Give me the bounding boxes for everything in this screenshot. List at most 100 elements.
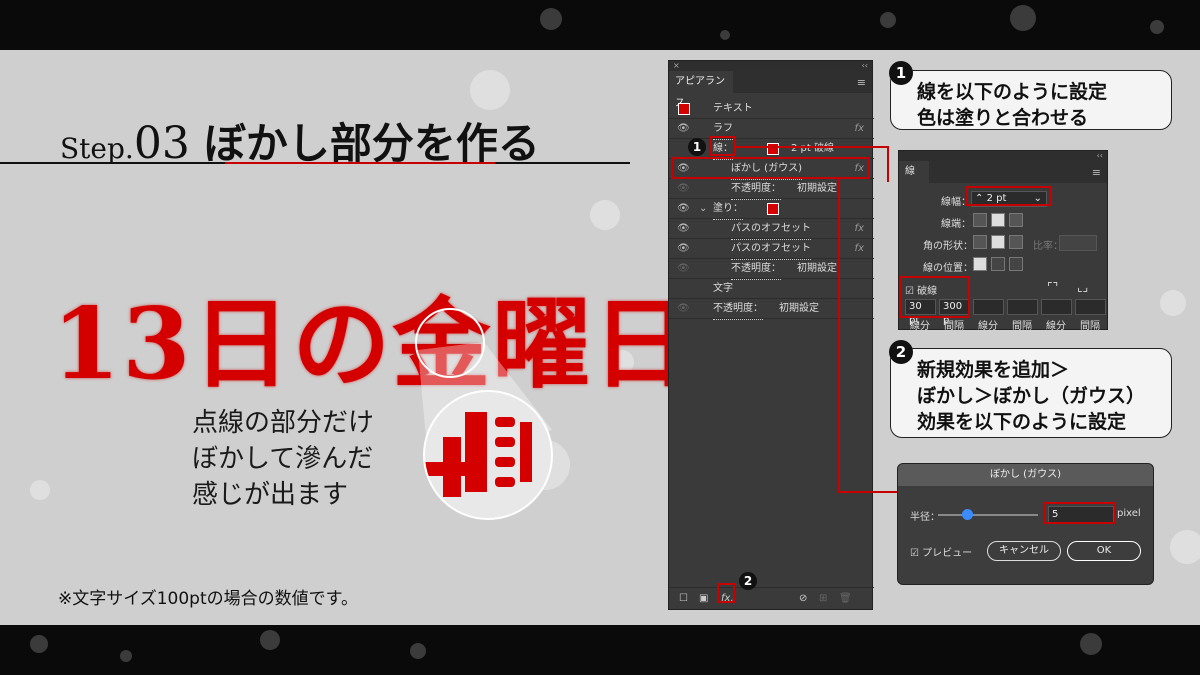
miter-join-button[interactable] bbox=[973, 235, 987, 249]
radius-slider[interactable] bbox=[938, 514, 1038, 516]
row-opacity-object[interactable]: 👁 不透明度： 初期設定 bbox=[669, 299, 874, 320]
dialog-title: ぼかし (ガウス) bbox=[898, 464, 1153, 486]
radius-slider-handle[interactable] bbox=[962, 509, 973, 520]
callout-blur-settings: 新規効果を追加＞ ぼかし＞ぼかし（ガウス） 効果を以下のように設定 bbox=[890, 348, 1172, 438]
panel-title-bar: × ‹‹ bbox=[669, 61, 872, 71]
tutorial-canvas: Step.03 ぼかし部分を作る 13日の金曜日 点線の部分だけ ぼかして滲んだ … bbox=[0, 50, 1200, 625]
panel-menu-icon[interactable]: ≡ bbox=[857, 76, 866, 89]
radius-label: 半径： bbox=[910, 512, 940, 523]
limit-field[interactable] bbox=[1059, 235, 1097, 251]
caption-line: 感じが出ます bbox=[192, 480, 349, 510]
bottom-dark-band bbox=[0, 625, 1200, 675]
top-dark-band bbox=[0, 0, 1200, 50]
zoom-source-circle bbox=[415, 308, 485, 378]
delete-item-icon[interactable]: 🗑 bbox=[839, 593, 852, 604]
chevron-down-icon[interactable]: ⌄ bbox=[699, 199, 707, 219]
butt-cap-button[interactable] bbox=[973, 213, 987, 227]
eye-icon[interactable]: 👁 bbox=[677, 199, 690, 219]
dash-preserve-icon[interactable]: ⌜⌝ bbox=[1047, 280, 1058, 294]
row-opacity-stroke[interactable]: 👁 不透明度： 初期設定 bbox=[669, 179, 874, 200]
highlight-radius-field bbox=[1044, 502, 1116, 524]
callout-line: ぼかし＞ぼかし（ガウス） bbox=[917, 385, 1146, 407]
cancel-button[interactable]: キャンセル bbox=[987, 541, 1061, 561]
round-cap-button[interactable] bbox=[991, 213, 1005, 227]
highlight-weight-field bbox=[966, 186, 1052, 206]
fx-icon[interactable]: fx bbox=[855, 219, 864, 239]
panel-tab-bar: アピアランス ≡ bbox=[669, 71, 872, 109]
row-label: 文字 bbox=[713, 283, 733, 294]
caption-line: 点線の部分だけ bbox=[192, 408, 375, 438]
preview-label: プレビュー bbox=[922, 548, 973, 559]
fx-icon[interactable]: fx bbox=[855, 119, 864, 139]
collapse-icon[interactable]: ‹‹ bbox=[862, 61, 868, 71]
row-label[interactable]: 不透明度： bbox=[731, 259, 781, 280]
row-fill[interactable]: 👁 ⌄ 塗り： bbox=[669, 199, 874, 220]
zoom-magnifier bbox=[423, 390, 553, 520]
step-badge-2: 2 bbox=[739, 572, 757, 590]
align-center-button[interactable] bbox=[973, 257, 987, 271]
callout-line: 効果を以下のように設定 bbox=[917, 411, 1127, 433]
duplicate-item-icon[interactable]: ⊞ bbox=[819, 593, 827, 604]
callout-line: 線を以下のように設定 bbox=[917, 81, 1108, 103]
close-icon[interactable]: × bbox=[673, 61, 680, 70]
callout-badge-2: 2 bbox=[889, 340, 913, 364]
dash-align-icon[interactable]: ⌞⌟ bbox=[1077, 280, 1088, 294]
caption: 点線の部分だけ ぼかして滲んだ 感じが出ます bbox=[192, 405, 374, 513]
row-value: 初期設定 bbox=[779, 303, 819, 314]
row-label[interactable]: 不透明度： bbox=[731, 179, 781, 200]
eye-icon[interactable]: 👁 bbox=[677, 299, 690, 319]
square-cap-button[interactable] bbox=[1009, 213, 1023, 227]
row-characters[interactable]: 文字 bbox=[669, 279, 874, 299]
row-offset-path-2[interactable]: 👁 パスのオフセット fx bbox=[669, 239, 874, 260]
ok-button[interactable]: OK bbox=[1067, 541, 1141, 561]
gap-field-2[interactable] bbox=[1007, 299, 1038, 315]
panel-tab-bar: 線 ≡ bbox=[899, 161, 1107, 183]
eye-icon[interactable]: 👁 bbox=[677, 119, 690, 139]
row-value: 2 pt 破線 bbox=[791, 143, 834, 154]
highlight-dash-fields bbox=[900, 276, 970, 318]
panel-title-bar: ‹‹ bbox=[899, 151, 1107, 161]
add-fill-icon[interactable]: ▣ bbox=[699, 593, 708, 604]
eye-icon[interactable]: 👁 bbox=[677, 259, 690, 279]
stroke-swatch[interactable] bbox=[767, 143, 779, 155]
connector-line bbox=[736, 146, 888, 148]
object-swatch bbox=[678, 103, 690, 115]
eye-icon[interactable]: 👁 bbox=[677, 179, 690, 199]
dash-field-2[interactable] bbox=[973, 299, 1004, 315]
preview-checkbox[interactable]: ☑ プレビュー bbox=[910, 544, 972, 559]
bevel-join-button[interactable] bbox=[1009, 235, 1023, 249]
gaussian-blur-dialog: ぼかし (ガウス) 半径： 5 pixel ☑ プレビュー キャンセル OK bbox=[897, 463, 1154, 585]
fx-icon[interactable]: fx bbox=[855, 239, 864, 259]
add-stroke-icon[interactable]: ☐ bbox=[679, 593, 688, 604]
row-label[interactable]: パスのオフセット bbox=[731, 239, 811, 260]
eye-icon[interactable]: 👁 bbox=[677, 219, 690, 239]
panel-menu-icon[interactable]: ≡ bbox=[1092, 166, 1101, 179]
round-join-button[interactable] bbox=[991, 235, 1005, 249]
dash-field-3[interactable] bbox=[1041, 299, 1072, 315]
row-label[interactable]: 不透明度： bbox=[713, 299, 763, 320]
align-inside-button[interactable] bbox=[991, 257, 1005, 271]
align-outside-button[interactable] bbox=[1009, 257, 1023, 271]
dash-field-label: 間隔 bbox=[1012, 321, 1032, 332]
eye-icon[interactable]: 👁 bbox=[677, 239, 690, 259]
row-text-object[interactable]: テキスト bbox=[669, 99, 874, 119]
callout-badge-1: 1 bbox=[889, 61, 913, 85]
caption-line: ぼかして滲んだ bbox=[192, 444, 374, 474]
dash-field-label: 線分 bbox=[978, 321, 998, 332]
row-label[interactable]: 塗り： bbox=[713, 199, 743, 220]
corner-label: 角の形状： bbox=[923, 241, 973, 252]
row-opacity-fill[interactable]: 👁 不透明度： 初期設定 bbox=[669, 259, 874, 280]
row-label[interactable]: パスのオフセット bbox=[731, 219, 811, 240]
dash-field-label: 間隔 bbox=[1080, 321, 1100, 332]
tab-stroke[interactable]: 線 bbox=[899, 161, 929, 183]
gap-field-3[interactable] bbox=[1075, 299, 1106, 315]
collapse-icon[interactable]: ‹‹ bbox=[1097, 151, 1103, 161]
footnote: ※文字サイズ100ptの場合の数値です。 bbox=[58, 589, 358, 609]
fill-swatch[interactable] bbox=[767, 203, 779, 215]
tab-appearance[interactable]: アピアランス bbox=[669, 71, 733, 109]
clear-appearance-icon[interactable]: ⊘ bbox=[799, 593, 807, 604]
align-label: 線の位置： bbox=[923, 263, 973, 274]
connector-line bbox=[887, 146, 889, 182]
row-roughen[interactable]: 👁 ラフ fx bbox=[669, 119, 874, 140]
row-offset-path-1[interactable]: 👁 パスのオフセット fx bbox=[669, 219, 874, 240]
